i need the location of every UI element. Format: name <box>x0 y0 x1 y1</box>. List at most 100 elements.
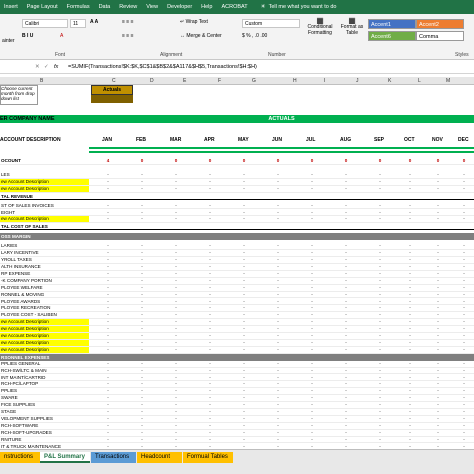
value-cell[interactable]: - <box>406 250 414 256</box>
value-cell[interactable]: - <box>308 210 316 216</box>
value-cell[interactable]: - <box>104 257 112 263</box>
value-cell[interactable]: - <box>104 292 112 298</box>
row-label[interactable]: ew Account Description <box>0 319 89 326</box>
value-cell[interactable]: - <box>138 368 146 374</box>
value-cell[interactable]: 0 <box>308 158 316 164</box>
value-cell[interactable]: - <box>434 430 442 436</box>
value-cell[interactable]: - <box>434 216 442 222</box>
value-cell[interactable]: 0 <box>434 158 442 164</box>
value-cell[interactable]: - <box>104 186 112 192</box>
sheet-grid[interactable]: Choose current month from drop down list… <box>0 85 474 449</box>
value-cell[interactable]: - <box>406 243 414 249</box>
value-cell[interactable]: - <box>104 264 112 270</box>
value-cell[interactable]: - <box>104 416 112 422</box>
value-cell[interactable]: - <box>172 257 180 263</box>
value-cell[interactable]: - <box>308 326 316 332</box>
value-cell[interactable]: - <box>138 388 146 394</box>
style-comma[interactable]: Comma <box>416 31 464 41</box>
value-cell[interactable]: - <box>342 210 350 216</box>
value-cell[interactable]: - <box>434 375 442 381</box>
value-cell[interactable]: - <box>274 381 282 387</box>
value-cell[interactable]: - <box>342 388 350 394</box>
value-cell[interactable]: - <box>138 292 146 298</box>
value-cell[interactable]: - <box>138 243 146 249</box>
value-cell[interactable]: - <box>240 388 248 394</box>
value-cell[interactable]: - <box>342 402 350 408</box>
fx-icon[interactable]: fx <box>54 64 58 70</box>
value-cell[interactable]: - <box>104 333 112 339</box>
value-cell[interactable]: - <box>206 326 214 332</box>
row-label[interactable]: PLOYEE WELFARE <box>0 285 89 291</box>
value-cell[interactable]: - <box>104 210 112 216</box>
value-cell[interactable]: - <box>342 305 350 311</box>
row-label[interactable]: STAGE <box>0 409 89 415</box>
value-cell[interactable]: - <box>342 409 350 415</box>
value-cell[interactable]: - <box>240 340 248 346</box>
tab-insert[interactable]: Insert <box>4 4 18 10</box>
value-cell[interactable]: - <box>240 216 248 222</box>
value-cell[interactable]: - <box>308 368 316 374</box>
value-cell[interactable]: - <box>138 264 146 270</box>
value-cell[interactable]: - <box>376 203 384 209</box>
value-cell[interactable]: - <box>434 340 442 346</box>
value-cell[interactable]: - <box>376 299 384 305</box>
value-cell[interactable]: - <box>434 285 442 291</box>
value-cell[interactable]: - <box>104 395 112 401</box>
value-cell[interactable]: - <box>172 278 180 284</box>
value-cell[interactable]: - <box>342 361 350 367</box>
value-cell[interactable]: - <box>240 416 248 422</box>
value-cell[interactable]: - <box>240 292 248 298</box>
value-cell[interactable]: - <box>240 271 248 277</box>
value-cell[interactable]: - <box>274 437 282 443</box>
row-label[interactable]: YROLL TAXES <box>0 257 89 263</box>
value-cell[interactable]: - <box>460 416 468 422</box>
value-cell[interactable]: - <box>172 381 180 387</box>
value-cell[interactable]: - <box>240 305 248 311</box>
value-cell[interactable]: - <box>172 416 180 422</box>
row-label[interactable]: RCH-SOFTWARE <box>0 423 89 429</box>
value-cell[interactable]: - <box>406 361 414 367</box>
value-cell[interactable]: - <box>342 326 350 332</box>
value-cell[interactable]: - <box>138 257 146 263</box>
value-cell[interactable]: - <box>342 312 350 318</box>
value-cell[interactable]: - <box>434 299 442 305</box>
value-cell[interactable]: - <box>460 250 468 256</box>
value-cell[interactable]: - <box>434 203 442 209</box>
value-cell[interactable]: - <box>104 271 112 277</box>
value-cell[interactable]: - <box>274 278 282 284</box>
value-cell[interactable]: - <box>434 250 442 256</box>
value-cell[interactable]: - <box>406 305 414 311</box>
value-cell[interactable]: - <box>406 264 414 270</box>
value-cell[interactable]: - <box>138 285 146 291</box>
value-cell[interactable]: - <box>342 333 350 339</box>
value-cell[interactable]: - <box>460 203 468 209</box>
value-cell[interactable]: - <box>138 326 146 332</box>
value-cell[interactable]: - <box>138 340 146 346</box>
value-cell[interactable]: - <box>342 250 350 256</box>
value-cell[interactable]: - <box>342 375 350 381</box>
value-cell[interactable]: - <box>172 179 180 185</box>
value-cell[interactable]: - <box>342 271 350 277</box>
value-cell[interactable]: - <box>274 347 282 353</box>
value-cell[interactable]: - <box>104 278 112 284</box>
value-cell[interactable]: - <box>434 361 442 367</box>
value-cell[interactable]: - <box>308 292 316 298</box>
value-cell[interactable]: - <box>206 172 214 178</box>
row-label[interactable]: INT MAINT/CARTRID <box>0 375 89 381</box>
value-cell[interactable]: 0 <box>138 158 146 164</box>
value-cell[interactable]: - <box>104 402 112 408</box>
value-cell[interactable]: - <box>460 423 468 429</box>
value-cell[interactable]: - <box>406 179 414 185</box>
col-m-header[interactable]: M <box>446 78 450 84</box>
value-cell[interactable]: - <box>308 402 316 408</box>
value-cell[interactable]: - <box>274 368 282 374</box>
value-cell[interactable]: - <box>206 292 214 298</box>
value-cell[interactable]: - <box>274 285 282 291</box>
sheet-tab-formual-tables[interactable]: Formual Tables <box>183 452 233 463</box>
value-cell[interactable]: - <box>406 257 414 263</box>
value-cell[interactable]: - <box>274 305 282 311</box>
value-cell[interactable]: - <box>172 402 180 408</box>
value-cell[interactable]: - <box>460 179 468 185</box>
row-label[interactable]: ew Account Description <box>0 326 89 333</box>
value-cell[interactable]: - <box>240 312 248 318</box>
